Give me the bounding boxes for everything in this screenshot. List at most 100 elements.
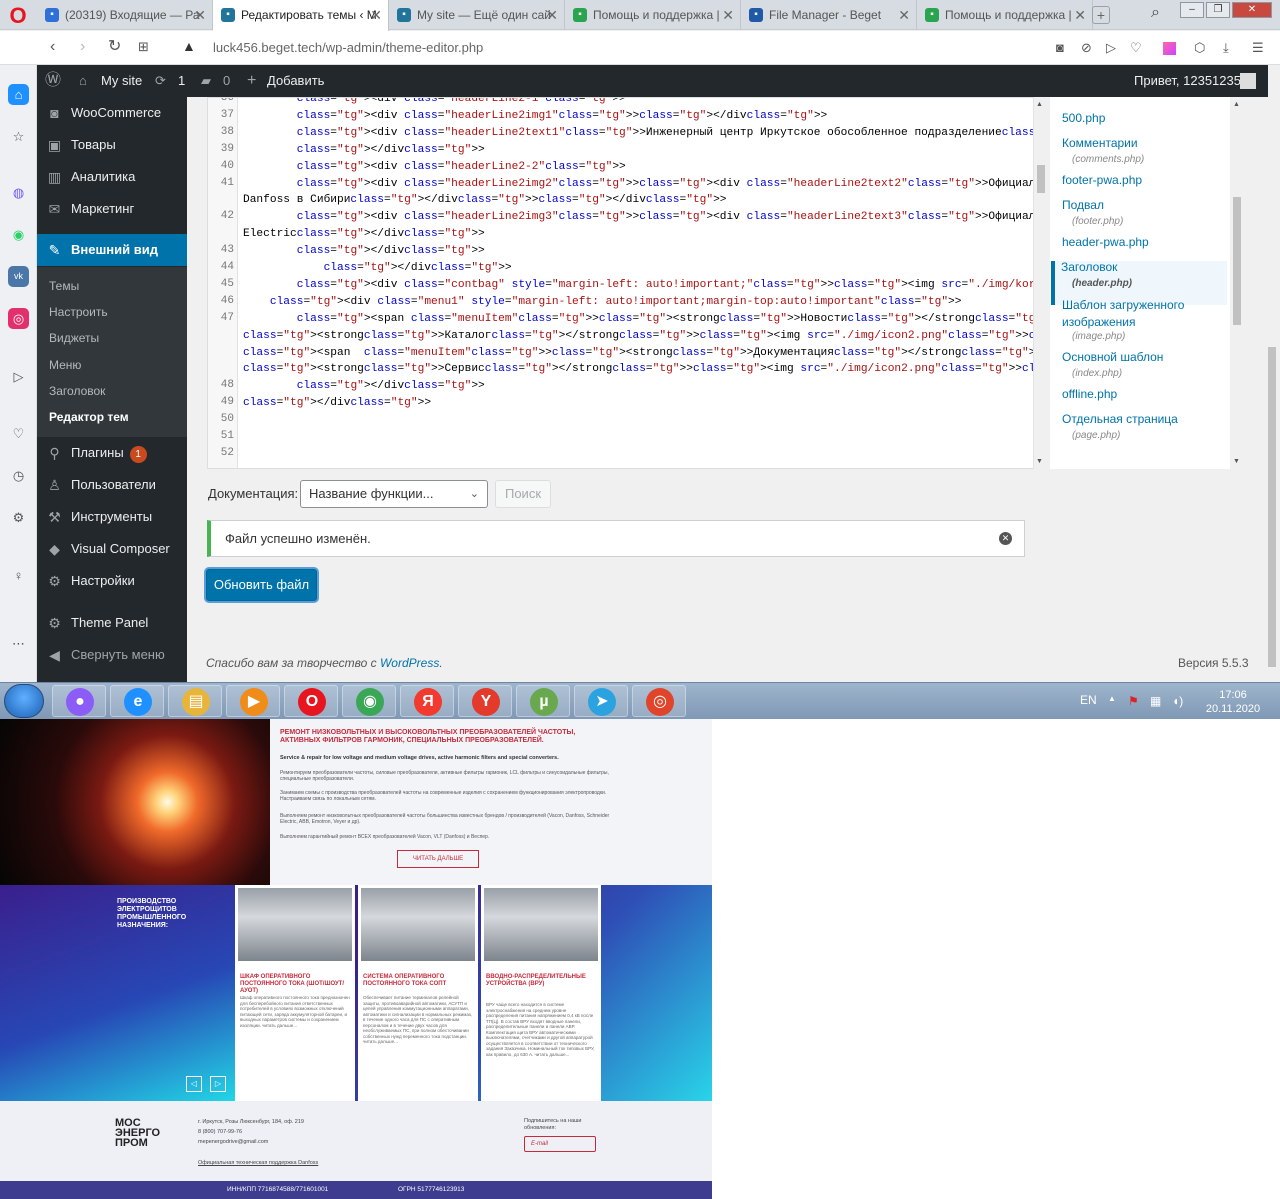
adblock-icon[interactable]: ⊘ (1081, 40, 1092, 56)
theme-file-link[interactable]: Основной шаблон (1062, 350, 1163, 364)
send-icon[interactable]: ▷ (1106, 40, 1116, 56)
code-line[interactable]: class="tg"></divclass="tg">> (243, 260, 1028, 277)
submenu-item[interactable]: Темы (49, 279, 79, 293)
code-line[interactable]: class="tg"><strongclass="tg">>Каталогcla… (243, 328, 1046, 345)
code-line[interactable]: class="tg"><div class="menu1" style="mar… (243, 294, 1028, 311)
maximize-button[interactable]: ❐ (1206, 2, 1230, 18)
menu-item[interactable]: ♙ Пользователи (37, 469, 187, 501)
browser-tab[interactable]: ▪ Помощь и поддержка | ✕ (565, 0, 741, 30)
browser-tab[interactable]: ▪ Помощь и поддержка | ✕ (917, 0, 1093, 30)
product-card[interactable]: ШКАФ ОПЕРАТИВНОГО ПОСТОЯННОГО ТОКА (ШОТ/… (235, 885, 355, 1101)
read-more-button[interactable]: ЧИТАТЬ ДАЛЬШЕ (397, 850, 479, 868)
product-card[interactable]: ВВОДНО-РАСПРЕДЕЛИТЕЛЬНЫЕ УСТРОЙСТВА (ВРУ… (481, 885, 601, 1101)
taskbar-app[interactable]: µ (516, 685, 570, 717)
code-line[interactable]: class="tg"><div class="headerLine2img1"c… (243, 108, 1028, 125)
start-button[interactable] (4, 684, 44, 718)
home-icon[interactable]: ⌂ (8, 84, 29, 105)
update-file-button[interactable]: Обновить файл (206, 569, 317, 601)
code-line[interactable]: class="tg"><div class="headerLine2img3"c… (243, 209, 1046, 226)
warning-icon[interactable]: ▲ (182, 38, 196, 54)
theme-file-link[interactable]: Отдельная страница (1062, 412, 1178, 426)
menu-item[interactable]: ▥ Аналитика (37, 161, 187, 193)
code-line[interactable]: class="tg"></divclass="tg">> (243, 243, 1028, 260)
tray-expand-icon[interactable]: ▲ (1108, 694, 1116, 703)
menu-item[interactable]: ▣ Товары (37, 129, 187, 161)
submenu-item[interactable]: Настроить (49, 305, 108, 319)
theme-file-link[interactable]: Шаблон загруженного изображения (1062, 297, 1212, 331)
page-scroll-thumb[interactable] (1268, 347, 1276, 667)
taskbar-app[interactable]: O (284, 685, 338, 717)
browser-tab[interactable]: ▪ Редактировать темы ‹ M ✕ (213, 0, 389, 31)
forward-icon[interactable]: › (80, 39, 85, 55)
comments-icon[interactable]: ▰ (201, 65, 211, 97)
collapse-menu[interactable]: ◀ Свернуть меню (37, 639, 187, 671)
tips-icon[interactable]: ♀ (8, 565, 29, 586)
taskbar-app[interactable]: ◉ (342, 685, 396, 717)
code-editor[interactable]: 36 37 38 39 40 41 42 43 44 45 46 47 48 49 50 51 52 class… (207, 97, 1047, 469)
dismiss-icon[interactable]: ✕ (999, 532, 1012, 545)
file-list-scroll-thumb[interactable] (1233, 197, 1241, 325)
editor-scroll-thumb[interactable] (1037, 165, 1045, 193)
speed-dial-icon[interactable]: ⊞ (138, 39, 149, 55)
code-line[interactable]: class="tg"><div class="headerLine2img2"c… (243, 176, 1046, 193)
submenu-item[interactable]: Меню (49, 358, 81, 372)
code-line[interactable]: class="tg"><div class="headerLine2text1"… (243, 125, 1046, 142)
browser-tab[interactable]: ▪ My site — Ещё один сай ✕ (389, 0, 565, 30)
comments-count[interactable]: 0 (223, 65, 230, 97)
code-line[interactable]: class="tg"><div class="headerLine2-1"cla… (243, 98, 1028, 108)
minimize-button[interactable]: – (1180, 2, 1204, 18)
more-icon[interactable]: ⋯ (8, 633, 29, 654)
avatar[interactable] (1240, 73, 1256, 89)
wordpress-link[interactable]: WordPress (380, 656, 439, 670)
network-icon[interactable]: ▦ (1150, 694, 1161, 708)
add-new-link[interactable]: Добавить (267, 65, 324, 97)
close-tab-icon[interactable]: ✕ (898, 0, 910, 30)
taskbar-app[interactable]: ▶ (226, 685, 280, 717)
settings-icon[interactable]: ⚙ (8, 507, 29, 528)
browser-tab[interactable]: ▪ File Manager - Beget ✕ (741, 0, 917, 30)
site-name-link[interactable]: My site (101, 65, 142, 97)
menu-item[interactable]: ◙ WooCommerce (37, 97, 187, 129)
taskbar-app[interactable]: Я (400, 685, 454, 717)
product-card[interactable]: СИСТЕМА ОПЕРАТИВНОГО ПОСТОЯННОГО ТОКА СО… (358, 885, 478, 1101)
heart-icon[interactable]: ♡ (8, 423, 29, 444)
taskbar-app[interactable]: ▤ (168, 685, 222, 717)
editor-scrollbar[interactable]: ▲ ▼ (1033, 97, 1047, 469)
menu-theme-panel[interactable]: ⚙ Theme Panel (37, 607, 187, 639)
code-line[interactable]: class="tg"><div class="contbag" style="m… (243, 277, 1046, 294)
close-tab-icon[interactable]: ✕ (722, 0, 734, 30)
menu-item[interactable]: ◆ Visual Composer (37, 533, 187, 565)
close-tab-icon[interactable]: ✕ (546, 0, 558, 30)
email-input[interactable]: E-mail (524, 1136, 596, 1152)
code-line[interactable]: class="tg"></divclass="tg">> (243, 142, 1028, 159)
close-window-button[interactable]: ✕ (1232, 2, 1272, 18)
opera-menu-icon[interactable]: O (7, 5, 29, 27)
function-name-select[interactable]: Название функции... ⌄ (300, 480, 488, 508)
updates-icon[interactable]: ⟳ (155, 65, 166, 97)
code-line[interactable]: class="tg"><div class="headerLine2-2"cla… (243, 159, 1028, 176)
menu-appearance[interactable]: ✎ Внешний вид (37, 234, 187, 266)
camera-icon[interactable]: ◙ (1056, 40, 1064, 55)
extension-icon[interactable] (1163, 42, 1176, 55)
send-icon[interactable]: ▷ (8, 366, 29, 387)
language-indicator[interactable]: EN (1080, 693, 1097, 707)
taskbar-app[interactable]: e (110, 685, 164, 717)
cube-icon[interactable]: ⬡ (1194, 40, 1205, 56)
code-line[interactable]: class="tg"><strongclass="tg">>Сервисclas… (243, 361, 1046, 378)
messenger-icon[interactable]: ◍ (8, 182, 29, 203)
vk-icon[interactable]: vk (8, 266, 29, 287)
whatsapp-icon[interactable]: ◉ (8, 224, 29, 245)
menu-item[interactable]: ⚙ Настройки (37, 565, 187, 597)
prev-arrow-icon[interactable]: ◁ (186, 1076, 202, 1092)
reload-icon[interactable]: ↻ (108, 39, 121, 55)
bookmark-heart-icon[interactable]: ♡ (1130, 40, 1142, 56)
theme-file-link[interactable]: offline.php (1062, 387, 1117, 401)
flag-icon[interactable]: ⚑ (1128, 694, 1139, 708)
menu-item[interactable]: ⚒ Инструменты (37, 501, 187, 533)
menu-item[interactable]: ✉ Маркетинг (37, 193, 187, 225)
back-icon[interactable]: ‹ (50, 39, 55, 55)
url-field[interactable]: luck456.beget.tech/wp-admin/theme-editor… (213, 40, 483, 55)
code-line[interactable]: class="tg"><span class="menuItem"class="… (243, 311, 1046, 328)
submenu-item[interactable]: Виджеты (49, 331, 99, 345)
theme-file-link[interactable]: footer-pwa.php (1062, 173, 1142, 187)
